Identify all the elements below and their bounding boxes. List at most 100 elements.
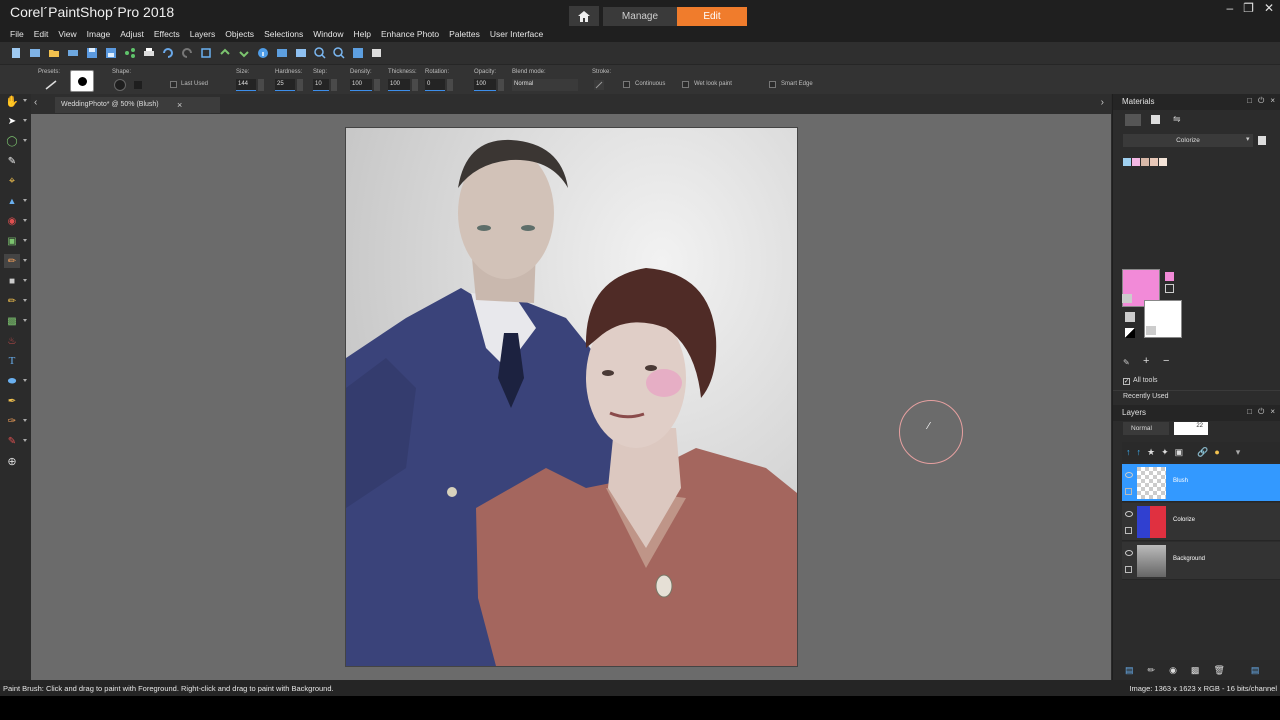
swatch[interactable] [1141, 158, 1149, 166]
lock-icon[interactable]: ● [1214, 447, 1219, 457]
brush-tip-preview[interactable] [70, 70, 94, 92]
menu-effects[interactable]: Effects [154, 29, 180, 39]
pin-icon[interactable]: ⏻ [1258, 96, 1264, 106]
swatch[interactable] [1150, 158, 1158, 166]
stroke-icon[interactable] [593, 79, 605, 91]
fit-window-icon[interactable] [276, 47, 288, 59]
new-file-icon[interactable] [10, 47, 22, 59]
red-eye-tool[interactable]: ◉ [4, 214, 27, 228]
remove-swatch-icon[interactable]: − [1163, 355, 1169, 367]
menu-edit[interactable]: Edit [34, 29, 49, 39]
clone-tool[interactable]: ▩ [4, 314, 27, 328]
straighten-tool[interactable]: ▲ [4, 194, 27, 208]
art-media-tool[interactable]: ✑ [4, 414, 27, 428]
visibility-toggle-icon[interactable]: ◉ [1169, 665, 1177, 676]
brush-variance-icon[interactable]: ✏ [1148, 665, 1156, 676]
opacity-input[interactable]: 100 [474, 79, 496, 91]
menu-enhance-photo[interactable]: Enhance Photo [381, 29, 439, 39]
menu-view[interactable]: View [58, 29, 76, 39]
transparent-toggle-icon[interactable] [1125, 312, 1135, 322]
text-tool[interactable]: T [4, 354, 20, 368]
pick-tool[interactable]: ➤ [4, 114, 27, 128]
layer-row-colorize[interactable]: Colorize [1122, 503, 1280, 541]
shape-tool[interactable]: ⬬ [4, 374, 27, 388]
layer-lock-icon[interactable] [1125, 527, 1132, 534]
canvas-workspace[interactable]: ⁄ [31, 114, 1111, 680]
open-folder-icon[interactable] [48, 47, 60, 59]
selection-tool[interactable]: ◯ [4, 134, 27, 148]
layer-lock-icon[interactable] [1125, 566, 1132, 573]
menu-window[interactable]: Window [313, 29, 343, 39]
menu-layers[interactable]: Layers [190, 29, 216, 39]
swatch-library-select[interactable]: Colorize [1123, 134, 1253, 147]
visibility-eye-icon[interactable] [1125, 472, 1133, 478]
density-input[interactable]: 100 [350, 79, 372, 91]
crop-tool[interactable]: ⌖ [4, 174, 20, 188]
print-icon[interactable] [143, 47, 155, 59]
chevron-left-icon[interactable]: ‹ [34, 97, 37, 108]
layer-options-icon[interactable]: ▤ [1251, 665, 1260, 676]
frame-view-button[interactable] [1125, 114, 1141, 126]
home-button[interactable] [569, 6, 599, 26]
rotate-left-icon[interactable] [219, 47, 231, 59]
opacity-spinner[interactable] [498, 79, 504, 91]
layer-lock-icon[interactable] [1125, 488, 1132, 495]
close-document-icon[interactable]: × [177, 97, 182, 113]
add-swatch-icon[interactable]: + [1143, 355, 1149, 367]
pan-tool[interactable]: ✋ [4, 94, 27, 108]
document-tab[interactable]: WeddingPhoto* @ 50% (Blush) [55, 97, 220, 113]
hardness-input[interactable]: 25 [275, 79, 295, 91]
swatch[interactable] [1123, 158, 1131, 166]
maximize-icon[interactable]: □ [1247, 96, 1252, 106]
foreground-material-toggle[interactable] [1122, 294, 1132, 303]
thickness-input[interactable]: 100 [388, 79, 410, 91]
delete-layer-icon[interactable]: 🗑 [1213, 665, 1224, 676]
add-tool-button[interactable]: ⊕ [4, 454, 20, 468]
step-spinner[interactable] [331, 79, 337, 91]
layer-row-background[interactable]: Background [1122, 542, 1280, 580]
pin-icon[interactable]: ⏻ [1258, 407, 1264, 417]
background-material-toggle[interactable] [1146, 326, 1156, 335]
eraser-tool[interactable]: ✏ [4, 294, 27, 308]
makeover-tool[interactable]: ▣ [4, 234, 27, 248]
merge-icon[interactable]: ▩ [1191, 665, 1200, 676]
adjustment-layer-icon[interactable]: ★ [1147, 447, 1155, 458]
layer-row-blush[interactable]: Blush [1122, 464, 1280, 502]
info-icon[interactable] [257, 47, 269, 59]
layer-opacity-field[interactable]: 22 [1174, 422, 1208, 435]
minimize-icon[interactable]: – [1226, 1, 1233, 15]
redo-icon[interactable] [181, 47, 193, 59]
mask-icon[interactable]: ▣ [1175, 447, 1184, 458]
retouch-tool[interactable]: ✎ [4, 434, 27, 448]
layer-properties-icon[interactable]: ▤ [1125, 665, 1134, 676]
rotation-spinner[interactable] [447, 79, 453, 91]
swatch[interactable] [1159, 158, 1167, 166]
tab-manage[interactable]: Manage [603, 7, 677, 26]
pen-tool[interactable]: ✒ [4, 394, 20, 408]
visibility-eye-icon[interactable] [1125, 511, 1133, 517]
save-icon[interactable] [86, 47, 98, 59]
swatches-view-button[interactable] [1151, 115, 1160, 124]
swatch[interactable] [1132, 158, 1140, 166]
continuous-checkbox[interactable] [623, 81, 630, 88]
adjust-view-icon[interactable]: ⇋ [1173, 114, 1181, 125]
rotate-right-icon[interactable] [238, 47, 250, 59]
wet-look-checkbox[interactable] [682, 81, 689, 88]
library-options-icon[interactable] [1258, 136, 1266, 145]
scan-icon[interactable] [67, 47, 79, 59]
tab-edit[interactable]: Edit [677, 7, 747, 26]
thickness-spinner[interactable] [412, 79, 418, 91]
close-icon[interactable]: × [1270, 96, 1275, 106]
reset-colors-icon[interactable] [1125, 328, 1135, 338]
menu-image[interactable]: Image [87, 29, 111, 39]
size-spinner[interactable] [258, 79, 264, 91]
close-icon[interactable]: × [1270, 407, 1275, 417]
new-from-template-icon[interactable] [29, 47, 41, 59]
size-input[interactable]: 144 [236, 79, 256, 91]
menu-file[interactable]: File [10, 29, 24, 39]
blend-mode-select[interactable]: Normal [512, 79, 578, 91]
close-icon[interactable]: ✕ [1264, 1, 1274, 15]
menu-palettes[interactable]: Palettes [449, 29, 480, 39]
swap-colors-icon[interactable] [1165, 284, 1174, 293]
screen-capture-icon[interactable] [371, 47, 383, 59]
